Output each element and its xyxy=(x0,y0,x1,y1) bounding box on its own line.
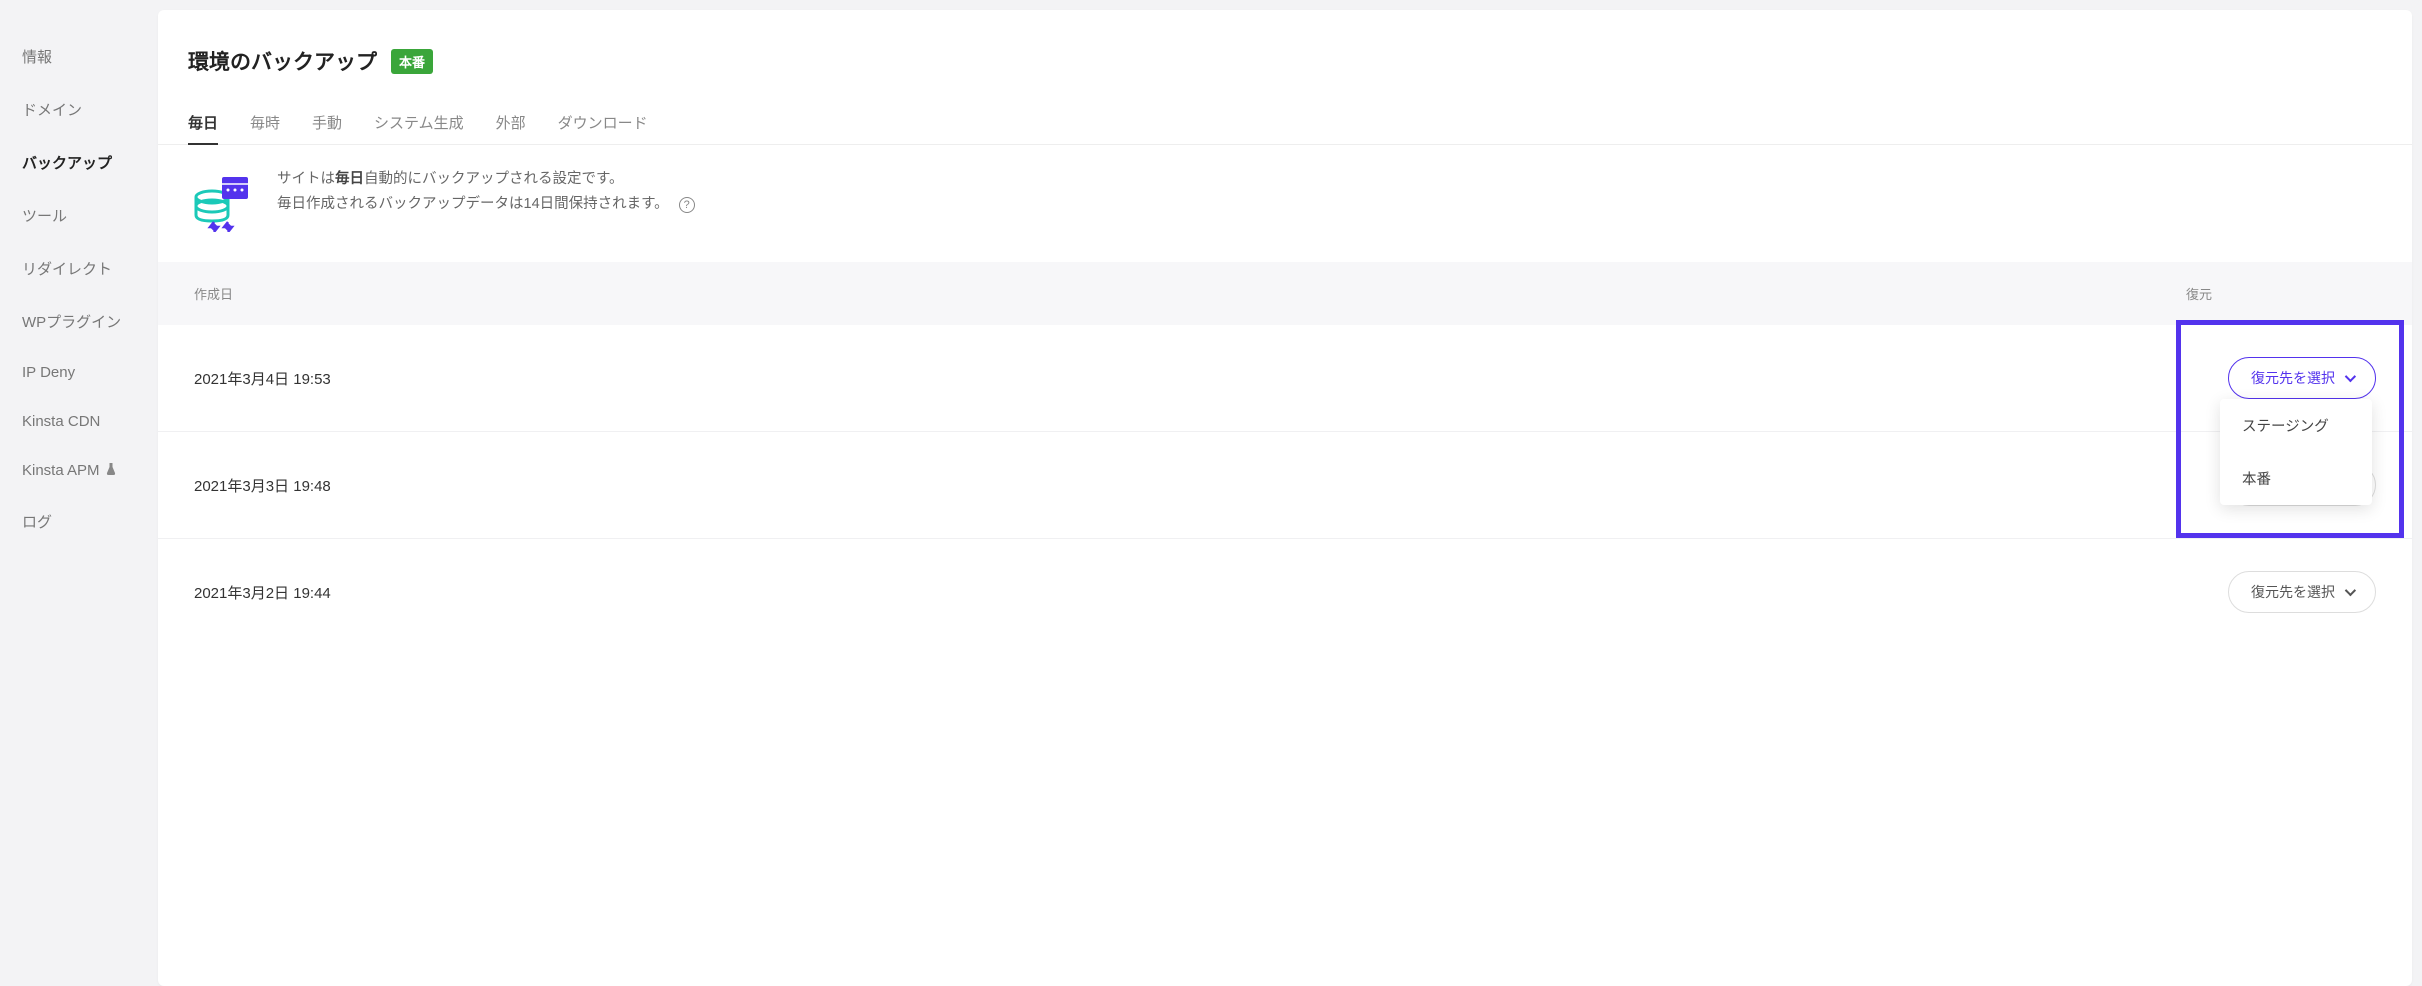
tab-manual[interactable]: 手動 xyxy=(312,102,342,145)
tab-label: 毎時 xyxy=(250,115,280,132)
restore-button-label: 復元先を選択 xyxy=(2251,582,2335,602)
table-header: 作成日 復元 xyxy=(158,262,2412,325)
table-row: 2021年3月3日 19:48 復元先を選択 xyxy=(158,432,2412,539)
help-icon[interactable]: ? xyxy=(679,197,695,213)
tab-external[interactable]: 外部 xyxy=(496,102,526,145)
backup-date: 2021年3月2日 19:44 xyxy=(194,582,331,603)
sidebar-item-kinsta-cdn[interactable]: Kinsta CDN xyxy=(0,397,158,446)
flask-icon xyxy=(106,463,116,478)
info-line1-c: 自動的にバックアップされる設定です。 xyxy=(364,171,624,187)
sidebar-item-info[interactable]: 情報 xyxy=(0,30,158,83)
sidebar-item-redirect[interactable]: リダイレクト xyxy=(0,242,158,295)
info-line1-a: サイトは xyxy=(277,171,335,187)
sidebar-item-label: ログ xyxy=(22,511,52,532)
tab-label: 外部 xyxy=(496,115,526,132)
dropdown-option-staging[interactable]: ステージング xyxy=(2220,399,2372,452)
tab-label: 毎日 xyxy=(188,115,218,132)
sidebar-item-label: ツール xyxy=(22,205,67,226)
sidebar-item-wp-plugin[interactable]: WPプラグイン xyxy=(0,295,158,348)
sidebar-item-label: Kinsta APM xyxy=(22,462,100,479)
tab-system[interactable]: システム生成 xyxy=(374,102,464,145)
restore-select-button[interactable]: 復元先を選択 xyxy=(2228,357,2376,399)
tabs: 毎日 毎時 手動 システム生成 外部 ダウンロード xyxy=(158,102,2412,145)
tab-hourly[interactable]: 毎時 xyxy=(250,102,280,145)
sidebar-item-label: バックアップ xyxy=(22,152,112,173)
dropdown-option-live[interactable]: 本番 xyxy=(2220,452,2372,505)
main-panel: 環境のバックアップ 本番 毎日 毎時 手動 システム生成 外部 ダウンロード xyxy=(158,10,2412,986)
sidebar-item-label: ドメイン xyxy=(22,99,82,120)
sidebar-item-label: Kinsta CDN xyxy=(22,413,100,430)
tab-download[interactable]: ダウンロード xyxy=(558,102,648,145)
environment-badge: 本番 xyxy=(391,49,433,74)
page-title: 環境のバックアップ xyxy=(188,46,377,76)
table-row: 2021年3月4日 19:53 復元先を選択 xyxy=(158,325,2412,432)
col-restore: 復元 xyxy=(2186,284,2212,303)
sidebar-item-label: 情報 xyxy=(22,46,52,67)
info-line2: 毎日作成されるバックアップデータは14日間保持されます。 xyxy=(277,196,669,212)
info-section: サイトは毎日自動的にバックアップされる設定です。 毎日作成されるバックアップデー… xyxy=(158,145,2412,262)
sidebar-item-label: IP Deny xyxy=(22,364,75,381)
sidebar-item-backup[interactable]: バックアップ xyxy=(0,136,158,189)
info-text: サイトは毎日自動的にバックアップされる設定です。 毎日作成されるバックアップデー… xyxy=(277,167,695,216)
tab-label: ダウンロード xyxy=(558,115,648,132)
chevron-down-icon xyxy=(2345,585,2356,596)
backup-date: 2021年3月3日 19:48 xyxy=(194,475,331,496)
info-line1-b: 毎日 xyxy=(335,171,364,187)
sidebar-item-tools[interactable]: ツール xyxy=(0,189,158,242)
sidebar-item-label: WPプラグイン xyxy=(22,311,121,332)
sidebar-item-log[interactable]: ログ xyxy=(0,495,158,548)
sidebar-item-ip-deny[interactable]: IP Deny xyxy=(0,348,158,397)
chevron-down-icon xyxy=(2345,371,2356,382)
tab-daily[interactable]: 毎日 xyxy=(188,102,218,145)
tab-label: 手動 xyxy=(312,115,342,132)
col-created: 作成日 xyxy=(194,284,233,303)
database-calendar-icon xyxy=(188,167,253,232)
restore-dropdown: ステージング 本番 xyxy=(2220,399,2372,505)
sidebar-item-kinsta-apm[interactable]: Kinsta APM xyxy=(0,446,158,495)
sidebar: 情報 ドメイン バックアップ ツール リダイレクト WPプラグイン IP Den… xyxy=(0,0,158,986)
page-header: 環境のバックアップ 本番 xyxy=(158,46,2412,102)
sidebar-item-label: リダイレクト xyxy=(22,258,112,279)
restore-select-button[interactable]: 復元先を選択 xyxy=(2228,571,2376,613)
restore-button-label: 復元先を選択 xyxy=(2251,368,2335,388)
table-row: 2021年3月2日 19:44 復元先を選択 xyxy=(158,539,2412,645)
backup-date: 2021年3月4日 19:53 xyxy=(194,368,331,389)
tab-label: システム生成 xyxy=(374,115,464,132)
sidebar-item-domain[interactable]: ドメイン xyxy=(0,83,158,136)
